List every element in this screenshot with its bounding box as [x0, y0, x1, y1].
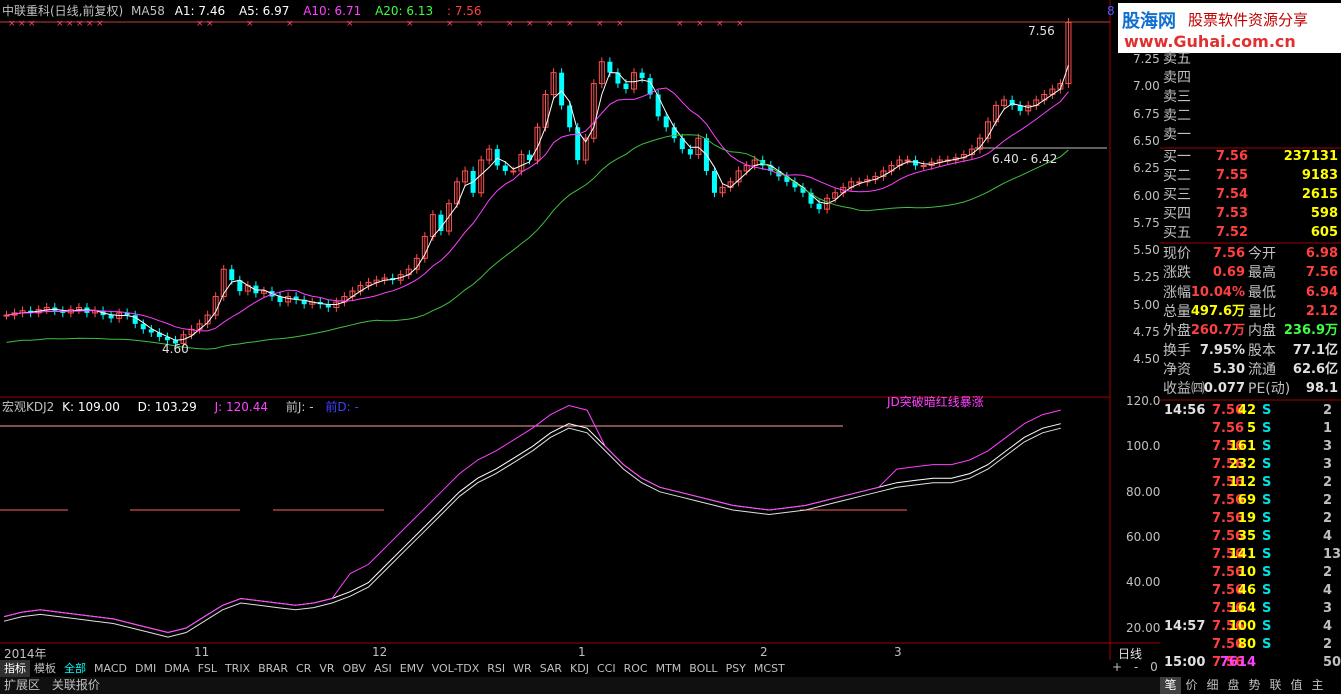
- indicator-tab[interactable]: BOLL: [685, 660, 721, 677]
- svg-text:×: ×: [66, 19, 74, 29]
- kdj-j: J: 120.44: [214, 400, 268, 414]
- extension-tab[interactable]: 扩展区: [0, 677, 44, 694]
- a5-value: A5: 6.97: [238, 4, 290, 18]
- svg-text:×: ×: [86, 19, 94, 29]
- indicator-tab[interactable]: 全部: [60, 660, 90, 677]
- indicator-tab[interactable]: DMA: [160, 660, 194, 677]
- indicator-tab[interactable]: CCI: [593, 660, 620, 677]
- a20-value: A20: 6.13: [375, 4, 434, 18]
- svg-text:×: ×: [526, 19, 534, 29]
- right-panel-tab[interactable]: 联: [1265, 677, 1286, 694]
- right-panel-tabs: 笔价细盘势联值主: [1160, 677, 1341, 694]
- kdj-prev-j: 前J: -: [285, 400, 314, 414]
- indicator-tab[interactable]: BRAR: [254, 660, 292, 677]
- zoom-controls: + - 0: [1112, 660, 1158, 674]
- stock-terminal: × × × × × × × × × × × × × × × × × × × × × × × × × × 中联重科(日线,前复权) …: [0, 0, 1341, 694]
- svg-text:×: ×: [506, 19, 514, 29]
- indicator-tab[interactable]: CR: [292, 660, 315, 677]
- related-quotes-tab[interactable]: 关联报价: [48, 677, 104, 694]
- svg-text:×: ×: [206, 19, 214, 29]
- svg-text:×: ×: [286, 19, 294, 29]
- a10-value: A10: 6.71: [303, 4, 362, 18]
- svg-text:×: ×: [566, 19, 574, 29]
- zoom-out-button[interactable]: -: [1134, 660, 1138, 674]
- indicator-tab[interactable]: 指标: [0, 660, 30, 677]
- x-axis-label: 1: [578, 645, 586, 659]
- kdj-k: K: 109.00: [62, 400, 120, 414]
- kdj-d: D: 103.29: [137, 400, 197, 414]
- kdj-lines: [3, 404, 1061, 638]
- svg-text:×: ×: [736, 19, 744, 29]
- svg-text:×: ×: [476, 19, 484, 29]
- range-label: 6.40 - 6.42: [992, 152, 1058, 166]
- indicator-tab[interactable]: MTM: [652, 660, 686, 677]
- indicator-tab[interactable]: KDJ: [566, 660, 593, 677]
- indicator-tab[interactable]: VOL-TDX: [428, 660, 484, 677]
- candlesticks: [3, 18, 1072, 348]
- svg-text:×: ×: [196, 19, 204, 29]
- svg-text:×: ×: [96, 19, 104, 29]
- panel-dividers: [1160, 147, 1341, 401]
- low-price-label: 4.60: [162, 342, 189, 356]
- high-price-label: 7.56: [1028, 24, 1055, 38]
- svg-text:×: ×: [696, 19, 704, 29]
- indicator-tab[interactable]: SAR: [536, 660, 566, 677]
- kdj-prev-d: 前D: -: [325, 400, 359, 414]
- svg-text:×: ×: [716, 19, 724, 29]
- last-price: : 7.56: [446, 4, 482, 18]
- indicator-tab[interactable]: OBV: [339, 660, 370, 677]
- x-axis-label: 3: [894, 645, 902, 659]
- zoom-reset-button[interactable]: 0: [1150, 660, 1158, 674]
- indicator-tab[interactable]: TRIX: [221, 660, 254, 677]
- chart-title: 中联重科(日线,前复权): [2, 4, 124, 18]
- top-x-markers: × × × × × × × × × × × × × × × × × × × × × × × × × ×: [8, 19, 744, 29]
- svg-text:×: ×: [28, 19, 36, 29]
- svg-text:×: ×: [546, 19, 554, 29]
- ma-label: MA58: [131, 4, 165, 18]
- svg-text:×: ×: [596, 19, 604, 29]
- indicator-tab[interactable]: VR: [315, 660, 338, 677]
- right-panel-tab[interactable]: 细: [1202, 677, 1223, 694]
- right-panel-tab[interactable]: 盘: [1223, 677, 1244, 694]
- right-panel-tab[interactable]: 势: [1244, 677, 1265, 694]
- price-chart[interactable]: × × × × × × × × × × × × × × × × × × × × × × × × × ×: [0, 0, 1160, 660]
- indicator-tab[interactable]: MACD: [90, 660, 131, 677]
- right-panel-tab[interactable]: 值: [1286, 677, 1307, 694]
- right-panel-tab[interactable]: 笔: [1160, 677, 1181, 694]
- svg-text:×: ×: [446, 19, 454, 29]
- indicator-tab[interactable]: ASI: [370, 660, 396, 677]
- svg-text:×: ×: [246, 19, 254, 29]
- zoom-in-button[interactable]: +: [1112, 660, 1122, 674]
- svg-text:×: ×: [346, 19, 354, 29]
- indicator-tab[interactable]: EMV: [396, 660, 428, 677]
- indicator-tabs: 指标 模板 全部 MACD DMI DMA FSL TRIX BRAR CR VR OBV ASI EMV…: [0, 660, 1110, 677]
- indicator-tab[interactable]: DMI: [131, 660, 160, 677]
- svg-text:×: ×: [18, 19, 26, 29]
- indicator-tab[interactable]: PSY: [722, 660, 750, 677]
- svg-text:×: ×: [8, 19, 16, 29]
- x-axis-label: 11: [194, 645, 210, 659]
- svg-text:×: ×: [56, 19, 64, 29]
- right-panel-tab[interactable]: 价: [1181, 677, 1202, 694]
- indicator-tab[interactable]: ROC: [620, 660, 652, 677]
- kdj-name: 宏观KDJ2: [2, 400, 55, 414]
- a1-value: A1: 7.46: [174, 4, 226, 18]
- bottom-bar: 扩展区 关联报价: [0, 677, 1160, 694]
- indicator-tab[interactable]: WR: [509, 660, 536, 677]
- kdj-annotation: JD突破暗红线暴涨: [887, 395, 984, 409]
- x-axis-label: 12: [372, 645, 388, 659]
- chart-header: 中联重科(日线,前复权) MA58 A1: 7.46 A5: 6.97 A10:…: [2, 3, 492, 19]
- svg-text:×: ×: [616, 19, 624, 29]
- right-panel-tab[interactable]: 主: [1307, 677, 1328, 694]
- indicator-tab[interactable]: 模板: [30, 660, 60, 677]
- indicator-tab[interactable]: RSI: [483, 660, 509, 677]
- indicator-tab[interactable]: FSL: [194, 660, 221, 677]
- indicator-tab[interactable]: MCST: [750, 660, 789, 677]
- svg-text:×: ×: [406, 19, 414, 29]
- svg-text:×: ×: [676, 19, 684, 29]
- moving-average-lines: [6, 64, 1069, 350]
- x-axis-label: 2: [760, 645, 768, 659]
- svg-text:×: ×: [76, 19, 84, 29]
- kdj-header: 宏观KDJ2 K: 109.00 D: 103.29 J: 120.44 前J:…: [2, 399, 359, 415]
